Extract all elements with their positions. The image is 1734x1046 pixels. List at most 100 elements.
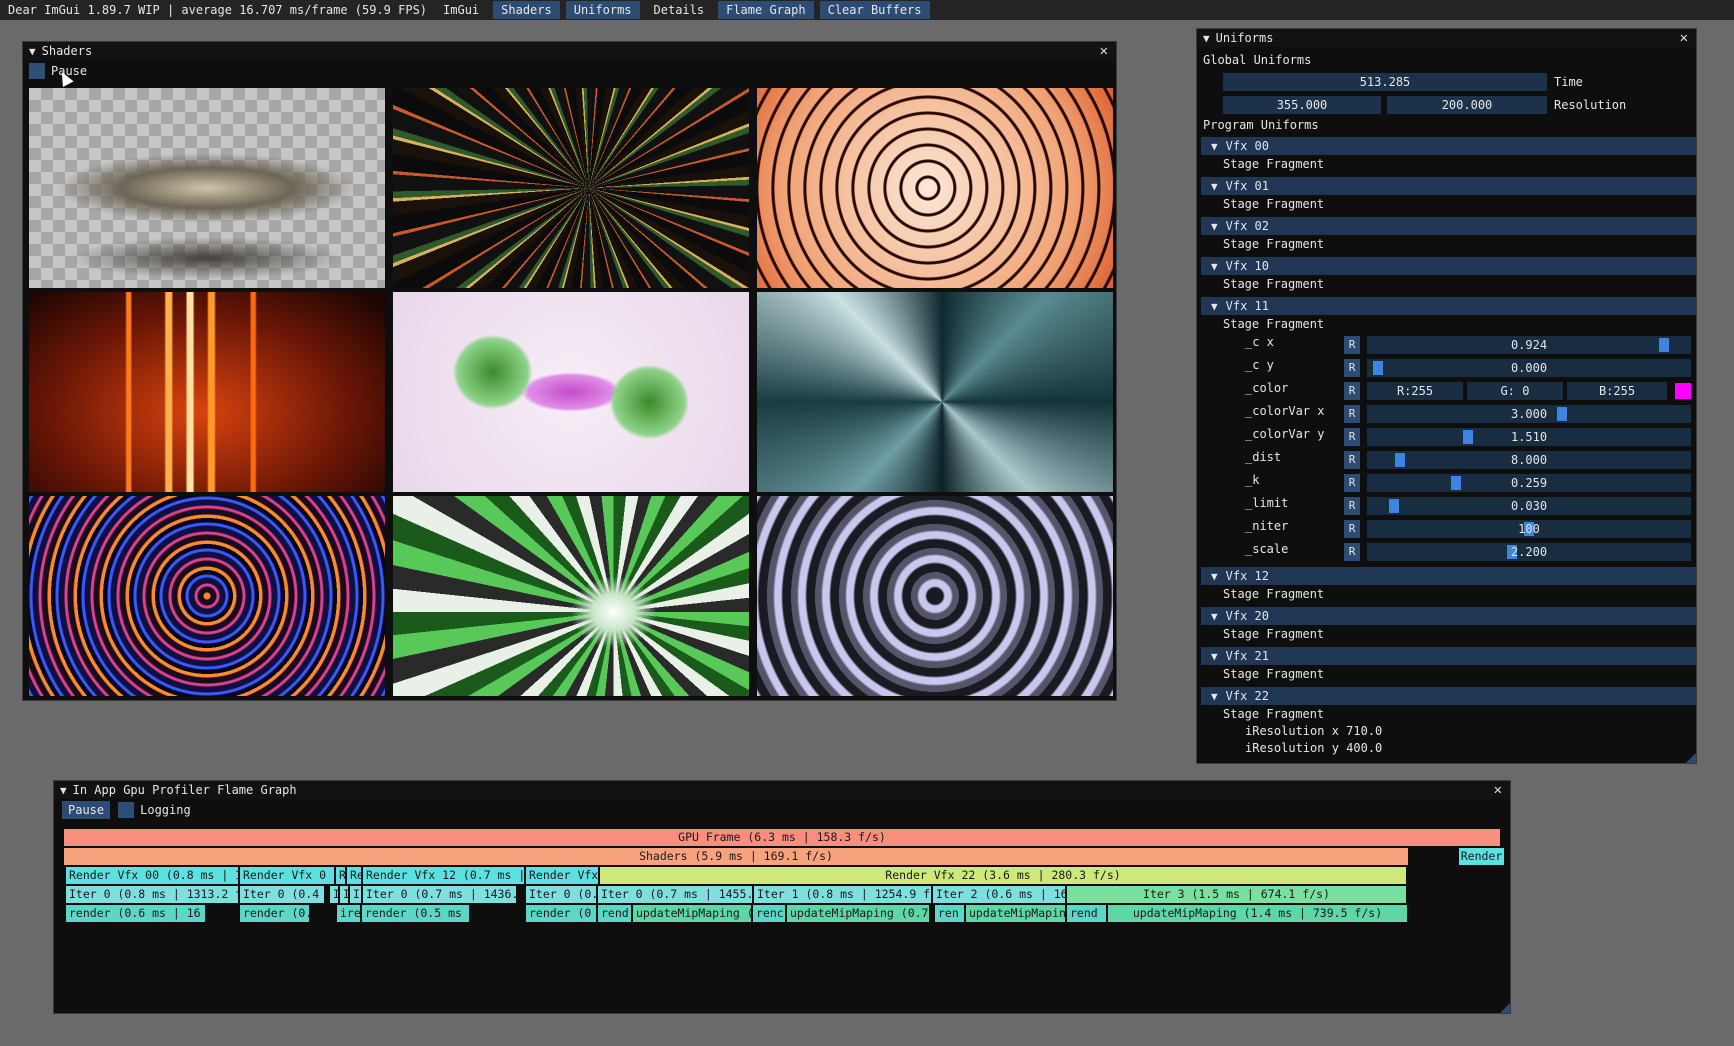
shaders-window[interactable]: ▼ Shaders ✕ Pause — [22, 41, 1117, 701]
reset-button[interactable]: R — [1344, 382, 1360, 400]
flame-graph-title-bar[interactable]: ▼ In App Gpu Profiler Flame Graph ✕ — [54, 781, 1510, 799]
shader-preview-vfx02[interactable] — [757, 88, 1113, 288]
reset-button[interactable]: R — [1344, 405, 1360, 423]
slider-niter[interactable]: 100 — [1367, 520, 1691, 538]
slider-grab[interactable] — [1659, 338, 1669, 352]
reset-button[interactable]: R — [1344, 520, 1360, 538]
menu-clear-buffers[interactable]: Clear Buffers — [819, 1, 930, 19]
reset-button[interactable]: R — [1344, 428, 1360, 446]
shader-preview-vfx12[interactable] — [757, 292, 1113, 492]
menu-imgui[interactable]: ImGui — [435, 1, 487, 19]
color-g-field[interactable]: G: 0 — [1467, 382, 1563, 400]
flame-bar-render[interactable]: Render — [1459, 848, 1505, 865]
menu-flame-graph[interactable]: Flame Graph — [718, 1, 814, 19]
flame-bar-update-mipmap-2[interactable]: updateMipMaping (0.7 — [787, 905, 930, 922]
flame-bar-render-vfx00[interactable]: Render Vfx 00 (0.8 ms | 1 — [66, 867, 239, 884]
flame-bar-iter0-a[interactable]: Iter 0 (0.8 ms | 1313.2 f — [66, 886, 239, 903]
flame-bar-render-c[interactable]: render (0.5 ms — [362, 905, 470, 922]
reset-button[interactable]: R — [1344, 474, 1360, 492]
uniforms-title-bar[interactable]: ▼ Uniforms ✕ — [1197, 29, 1696, 47]
uniforms-window[interactable]: ▼ Uniforms ✕ Global Uniforms 513.285 Tim… — [1196, 28, 1697, 764]
flame-bar-render-vfx[interactable]: Render Vfx — [526, 867, 599, 884]
flame-bar-iter-i2[interactable]: I — [340, 886, 349, 903]
flame-bar-render-r[interactable]: R — [336, 867, 346, 884]
flame-bar-iter0-b[interactable]: Iter 0 (0.4 — [240, 886, 325, 903]
collapse-triangle-icon[interactable]: ▼ — [60, 784, 67, 797]
header-vfx11[interactable]: ▼ Vfx 11 — [1201, 297, 1696, 315]
slider-dist[interactable]: 8.000 — [1367, 451, 1691, 469]
header-vfx21[interactable]: ▼ Vfx 21 — [1201, 647, 1696, 665]
flame-bar-update-mipmap-4[interactable]: updateMipMaping (1.4 ms | 739.5 f/s) — [1108, 905, 1408, 922]
shader-preview-vfx10[interactable] — [29, 292, 385, 492]
reset-button[interactable]: R — [1344, 451, 1360, 469]
flame-bar-iter0-e[interactable]: Iter 0 (0.7 ms | 1455. — [598, 886, 753, 903]
flame-bar-render-b[interactable]: render (0. — [240, 905, 310, 922]
header-vfx00[interactable]: ▼ Vfx 00 — [1201, 137, 1696, 155]
flame-bar-render-vfx12[interactable]: Render Vfx 12 (0.7 ms | 1 — [363, 867, 525, 884]
collapse-triangle-icon[interactable]: ▼ — [29, 45, 36, 58]
time-field[interactable]: 513.285 — [1223, 73, 1547, 91]
flame-bar-render-re[interactable]: Re — [347, 867, 362, 884]
slider-grab[interactable] — [1451, 476, 1461, 490]
shader-preview-vfx00[interactable] — [29, 88, 385, 288]
slider-grab[interactable] — [1395, 453, 1405, 467]
header-vfx10[interactable]: ▼ Vfx 10 — [1201, 257, 1696, 275]
slider-colorvar-x[interactable]: 3.000 — [1367, 405, 1691, 423]
flame-graph-window[interactable]: ▼ In App Gpu Profiler Flame Graph ✕ Paus… — [53, 780, 1511, 1014]
flame-bar-iter3[interactable]: Iter 3 (1.5 ms | 674.1 f/s) — [1067, 886, 1407, 903]
close-icon[interactable]: ✕ — [1100, 43, 1108, 59]
flame-bar-update-mipmap-1[interactable]: updateMipMaping (0 — [633, 905, 752, 922]
reset-button[interactable]: R — [1344, 543, 1360, 561]
color-r-field[interactable]: R:255 — [1367, 382, 1463, 400]
flame-bar-render-d[interactable]: render (0 — [526, 905, 597, 922]
header-vfx01[interactable]: ▼ Vfx 01 — [1201, 177, 1696, 195]
shader-preview-vfx01[interactable] — [393, 88, 749, 288]
slider-grab[interactable] — [1389, 499, 1399, 513]
reset-button[interactable]: R — [1344, 359, 1360, 377]
flame-bar-rend-2[interactable]: rend — [1067, 905, 1107, 922]
flame-bar-iter2[interactable]: Iter 2 (0.6 ms | 16 — [933, 886, 1066, 903]
close-icon[interactable]: ✕ — [1494, 782, 1502, 798]
flame-bar-iter-ii[interactable]: II — [350, 886, 362, 903]
reset-button[interactable]: R — [1344, 497, 1360, 515]
collapse-triangle-icon[interactable]: ▼ — [1203, 32, 1210, 45]
resolution-x-field[interactable]: 355.000 — [1223, 96, 1381, 114]
slider-limit[interactable]: 0.030 — [1367, 497, 1691, 515]
shader-preview-vfx11[interactable] — [393, 292, 749, 492]
pause-checkbox[interactable] — [29, 63, 45, 79]
header-vfx02[interactable]: ▼ Vfx 02 — [1201, 217, 1696, 235]
shader-preview-vfx21[interactable] — [393, 496, 749, 696]
flame-bar-render-vfx22[interactable]: Render Vfx 22 (3.6 ms | 280.3 f/s) — [600, 867, 1407, 884]
resolution-y-field[interactable]: 200.000 — [1387, 96, 1547, 114]
slider-c-y[interactable]: 0.000 — [1367, 359, 1691, 377]
flame-bar-render-a[interactable]: render (0.6 ms | 16 — [66, 905, 206, 922]
resize-grip-icon[interactable] — [1686, 753, 1696, 763]
shader-preview-vfx22[interactable] — [757, 496, 1113, 696]
slider-k[interactable]: 0.259 — [1367, 474, 1691, 492]
menu-uniforms[interactable]: Uniforms — [565, 1, 640, 19]
pause-button[interactable]: Pause — [62, 801, 111, 819]
slider-grab[interactable] — [1373, 361, 1383, 375]
header-vfx12[interactable]: ▼ Vfx 12 — [1201, 567, 1696, 585]
slider-grab[interactable] — [1557, 407, 1567, 421]
header-vfx20[interactable]: ▼ Vfx 20 — [1201, 607, 1696, 625]
flame-bar-render-vfx0x[interactable]: Render Vfx 0 — [240, 867, 335, 884]
resize-grip-icon[interactable] — [1500, 1003, 1510, 1013]
header-vfx22[interactable]: ▼ Vfx 22 — [1201, 687, 1696, 705]
menu-shaders[interactable]: Shaders — [493, 1, 560, 19]
slider-c-x[interactable]: 0.924 — [1367, 336, 1691, 354]
slider-colorvar-y[interactable]: 1.510 — [1367, 428, 1691, 446]
flame-bar-rend-1[interactable]: rend — [598, 905, 632, 922]
flame-bar-shaders[interactable]: Shaders (5.9 ms | 169.1 f/s) — [64, 848, 1409, 865]
color-b-field[interactable]: B:255 — [1567, 382, 1667, 400]
menu-details[interactable]: Details — [646, 1, 713, 19]
logging-checkbox[interactable] — [118, 802, 135, 818]
flame-bar-iter0-d[interactable]: Iter 0 (0. — [526, 886, 597, 903]
flame-bar-renc[interactable]: renc — [753, 905, 786, 922]
flame-bar-iter0-c[interactable]: Iter 0 (0.7 ms | 1436. — [363, 886, 517, 903]
flame-bar-render-ire[interactable]: ire — [337, 905, 361, 922]
flame-bar-update-mipmap-3[interactable]: updateMipMapin — [966, 905, 1066, 922]
reset-button[interactable]: R — [1344, 336, 1360, 354]
shader-preview-vfx20[interactable] — [29, 496, 385, 696]
slider-scale[interactable]: 2.200 — [1367, 543, 1691, 561]
